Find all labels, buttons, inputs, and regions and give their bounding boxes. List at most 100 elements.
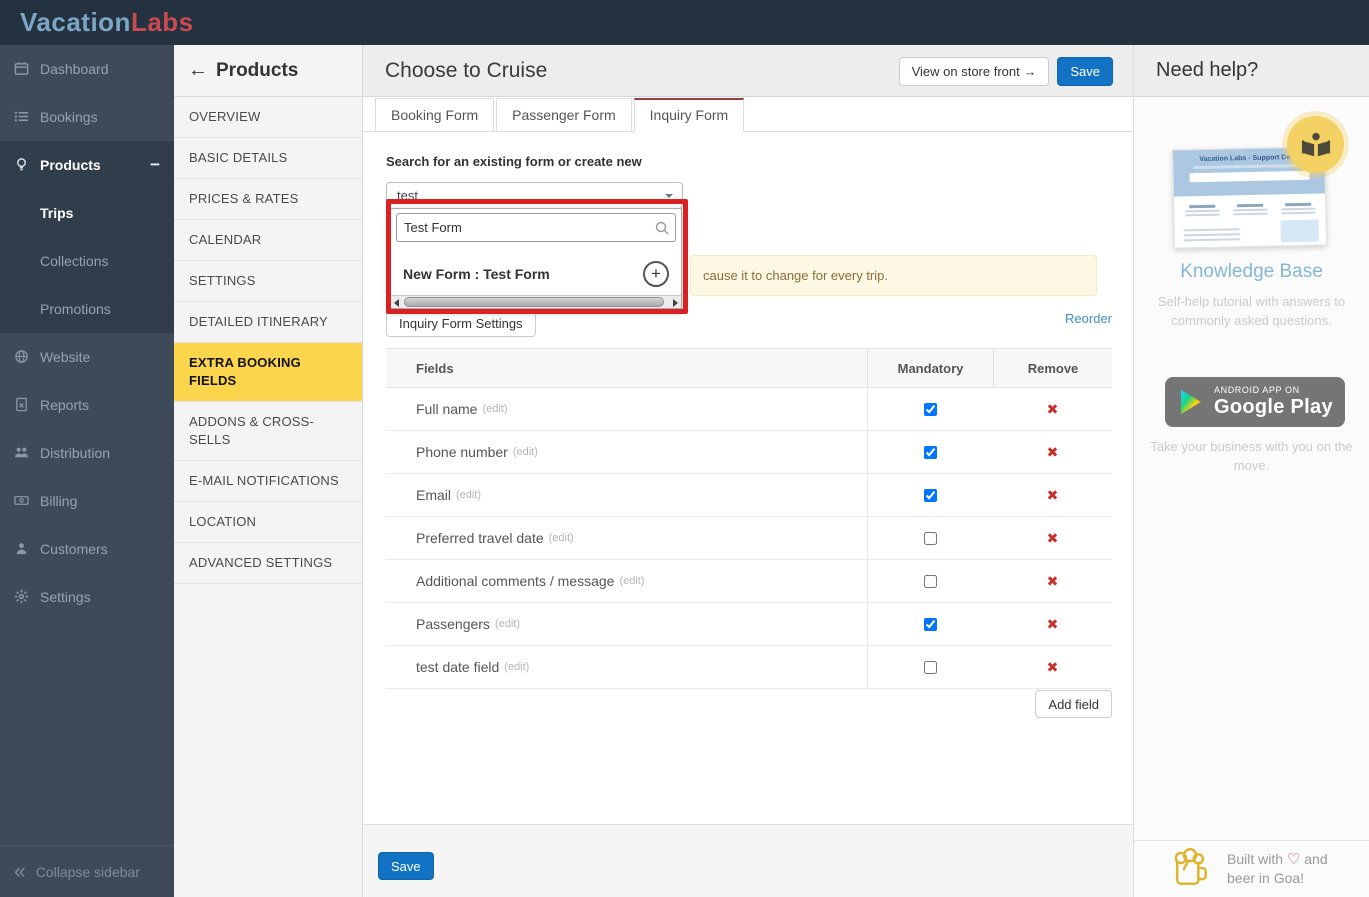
save-button-bottom[interactable]: Save [378,852,434,880]
menu-item-advanced-settings[interactable]: ADVANCED SETTINGS [174,543,362,584]
field-edit-link[interactable]: (edit) [456,489,481,501]
mandatory-checkbox[interactable] [924,617,937,631]
menu-item-prices-rates[interactable]: PRICES & RATES [174,179,362,220]
mandatory-checkbox[interactable] [924,445,937,459]
top-navbar: VacationLabs [0,0,1369,45]
sidebar-item-label: Trips [40,205,74,221]
add-field-button[interactable]: Add field [1035,690,1112,718]
menu-item-location[interactable]: LOCATION [174,502,362,543]
sidebar-item-label: Collections [40,253,109,269]
thumbnail-callout-box [1280,219,1319,243]
mandatory-checkbox[interactable] [924,660,937,674]
add-form-icon[interactable]: + [643,261,669,287]
select-value: test [397,188,418,203]
mandatory-checkbox[interactable] [924,574,937,588]
new-form-option[interactable]: New Form : Test Form + [391,253,681,295]
table-row: Preferred travel date (edit) ✖ [386,517,1112,560]
thumbnail-column [1230,202,1270,218]
field-label: Phone number [416,444,508,460]
remove-icon[interactable]: ✖ [1047,530,1059,547]
field-label: Passengers [416,616,490,632]
inquiry-form-settings-button[interactable]: Inquiry Form Settings [386,309,536,337]
caret-down-icon [665,194,673,198]
fields-table: Fields Mandatory Remove Full name (edit) ✖… [386,348,1112,689]
remove-icon[interactable]: ✖ [1047,616,1059,633]
collapse-sidebar-button[interactable]: « Collapse sidebar [0,845,174,897]
menu-item-addons-cross-sells[interactable]: ADDONS & CROSS-SELLS [174,402,362,461]
scroll-left-arrow-icon[interactable] [394,299,399,307]
column-header-fields: Fields [416,360,454,376]
field-edit-link[interactable]: (edit) [619,575,644,587]
sidebar-item-trips[interactable]: Trips [0,189,174,237]
field-edit-link[interactable]: (edit) [549,532,574,544]
knowledge-base-link[interactable]: Knowledge Base [1134,261,1369,283]
thumbnail-search-bar [1188,170,1310,183]
sidebar-item-reports[interactable]: Reports [0,381,174,429]
form-select[interactable]: test [386,182,683,209]
sidebar-item-collections[interactable]: Collections [0,237,174,285]
sidebar-item-label: Distribution [40,445,111,461]
heart-icon: ♡ [1286,851,1301,868]
sidebar-item-products[interactable]: Products − [0,141,174,189]
table-row: test date field (edit) ✖ [386,646,1112,689]
sidebar-item-settings[interactable]: Settings [0,573,174,621]
scroll-right-arrow-icon[interactable] [673,299,678,307]
scrollbar-thumb[interactable] [404,297,664,307]
mandatory-checkbox[interactable] [924,531,937,545]
play-badge-line2: Google Play [1214,396,1333,418]
sidebar-item-website[interactable]: Website [0,333,174,381]
dropdown-horizontal-scrollbar[interactable] [391,295,681,308]
product-menu-list: OVERVIEW BASIC DETAILS PRICES & RATES CALEN… [174,97,362,584]
field-edit-link[interactable]: (edit) [513,446,538,458]
field-edit-link[interactable]: (edit) [504,661,529,673]
field-edit-link[interactable]: (edit) [482,403,507,415]
menu-item-settings[interactable]: SETTINGS [174,261,362,302]
mandatory-checkbox[interactable] [924,488,937,502]
remove-icon[interactable]: ✖ [1047,401,1059,418]
thumbnail-column [1278,201,1318,217]
tab-booking-form[interactable]: Booking Form [375,98,495,132]
vacationlabs-logo[interactable]: VacationLabs [20,0,194,45]
sidebar-item-promotions[interactable]: Promotions [0,285,174,333]
sidebar-item-dashboard[interactable]: Dashboard [0,45,174,93]
tab-passenger-form[interactable]: Passenger Form [496,98,632,132]
sidebar-item-bookings[interactable]: Bookings [0,93,174,141]
view-store-front-button[interactable]: View on store front → [898,57,1050,86]
sidebar-item-distribution[interactable]: Distribution [0,429,174,477]
field-edit-link[interactable]: (edit) [495,618,520,630]
sidebar-nav: Dashboard Bookings Products − Trips Collectio… [0,45,174,621]
remove-icon[interactable]: ✖ [1047,487,1059,504]
sidebar-item-label: Billing [40,493,78,509]
menu-item-extra-booking-fields[interactable]: EXTRA BOOKING FIELDS [174,343,362,402]
remove-icon[interactable]: ✖ [1047,444,1059,461]
play-badge-line1: ANDROID APP ON [1214,385,1300,395]
table-row: Email (edit) ✖ [386,474,1112,517]
page-title: Choose to Cruise [385,59,548,82]
reorder-link[interactable]: Reorder [1065,311,1112,326]
sidebar-item-billing[interactable]: Billing [0,477,174,525]
user-icon [14,541,30,557]
remove-icon[interactable]: ✖ [1047,659,1059,676]
tab-inquiry-form[interactable]: Inquiry Form [633,98,745,132]
thumbnail-text-lines [1183,225,1244,244]
fields-table-body: Full name (edit) ✖ Phone number (edit) ✖ Email… [386,388,1112,689]
menu-item-basic-details[interactable]: BASIC DETAILS [174,138,362,179]
remove-icon[interactable]: ✖ [1047,573,1059,590]
calendar-icon [14,61,30,77]
sidebar-item-label: Website [40,349,91,365]
sidebar-item-label: Bookings [40,109,98,125]
menu-item-calendar[interactable]: CALENDAR [174,220,362,261]
save-button-top[interactable]: Save [1057,57,1113,86]
sidebar-item-customers[interactable]: Customers [0,525,174,573]
menu-item-detailed-itinerary[interactable]: DETAILED ITINERARY [174,302,362,343]
back-to-products[interactable]: ← Products [174,45,362,97]
mandatory-checkbox[interactable] [924,402,937,416]
form-search-input[interactable] [396,213,676,242]
table-row: Full name (edit) ✖ [386,388,1112,431]
list-icon [14,109,30,125]
menu-item-e-mail-notifications[interactable]: E-MAIL NOTIFICATIONS [174,461,362,502]
menu-item-overview[interactable]: OVERVIEW [174,97,362,138]
google-play-badge[interactable]: ANDROID APP ON Google Play [1165,377,1345,427]
collapse-section-icon[interactable]: − [150,155,160,175]
field-label: Full name [416,401,478,417]
